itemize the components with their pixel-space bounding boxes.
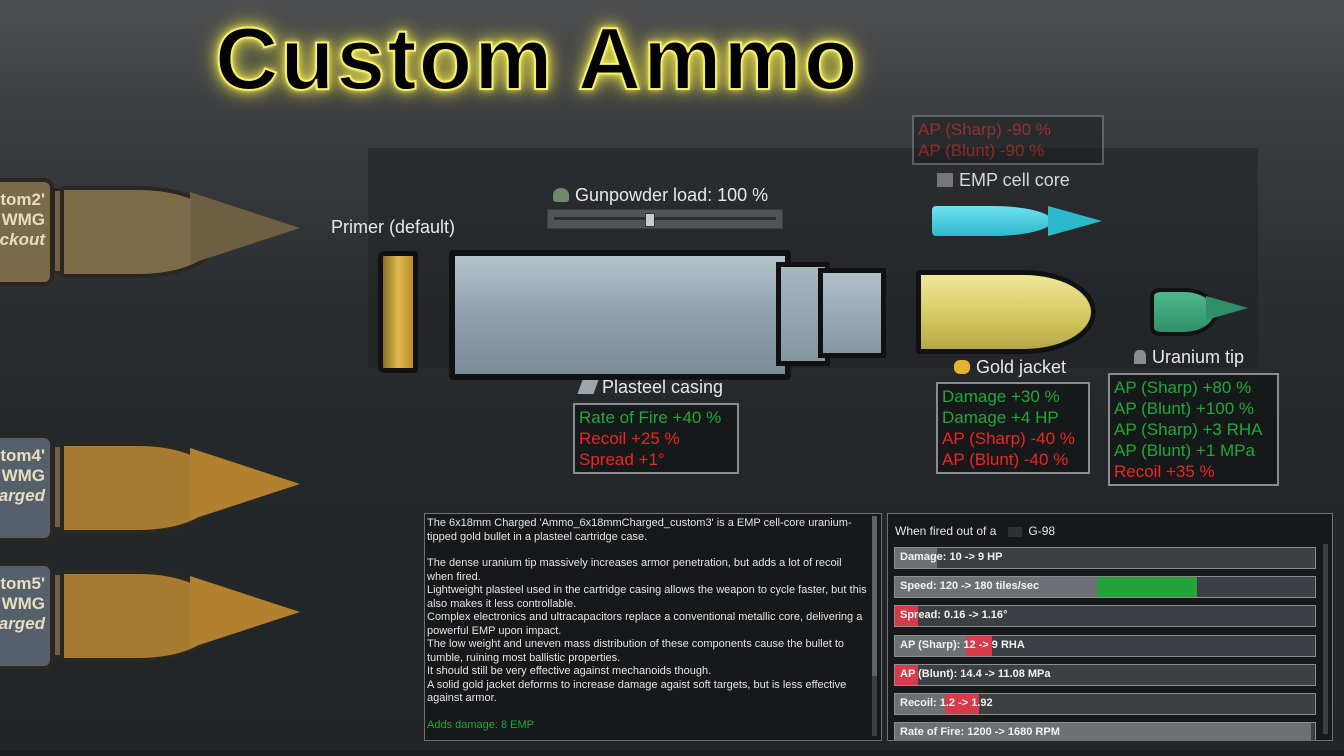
stat-bar: Damage: 10 -> 9 HP [894,547,1316,569]
casing-part[interactable] [449,250,791,380]
gold-jacket-part[interactable] [916,270,1096,354]
plasteel-text: Plasteel casing [602,377,724,397]
description-panel[interactable]: The 6x18mm Charged 'Ammo_6x18mmCharged_c… [424,513,882,741]
ammo-name: tom4' WMG arged [0,446,45,505]
bottom-strip [0,750,1344,756]
stat-line: AP (Blunt) -90 % [918,141,1045,160]
gunpowder-label: Gunpowder load: 100 % [553,185,768,206]
emp-core-text: EMP cell core [959,170,1070,190]
stat-bar-label: Rate of Fire: 1200 -> 1680 RPM [900,726,1060,739]
stat-line: Rate of Fire +40 % [579,408,722,427]
casing-mouth [818,268,886,358]
description-line: Complex electronics and ultracapacitors … [427,611,863,637]
stat-bar: Speed: 120 -> 180 tiles/sec [894,576,1316,599]
fired-header: When fired out of a G-98 [895,524,1055,538]
gold-icon [954,360,970,374]
stat-line: Spread +1° [579,450,665,469]
slider-knob[interactable] [645,213,656,227]
stat-bar-delta [1096,577,1198,598]
description-line: Lightweight plasteel used in the cartrid… [427,584,867,610]
stat-line: AP (Sharp) +80 % [1114,378,1252,397]
emp-icon [937,173,953,187]
fired-scrollbar[interactable] [1323,544,1328,734]
stat-bar: AP (Blunt): 14.4 -> 11.08 MPa [894,663,1316,686]
uranium-icon [1134,350,1146,364]
stat-bar-label: AP (Blunt): 14.4 -> 11.08 MPa [900,667,1051,680]
gunpowder-icon [553,188,569,202]
uranium-tip-text: Uranium tip [1152,347,1245,367]
emp-core-tip [1048,206,1102,236]
description-line [425,544,867,557]
slider-track [554,217,776,220]
bullet-tip [190,192,300,264]
stat-line: AP (Sharp) -40 % [942,429,1075,448]
ammo-name: tom5' WMG arged [0,574,45,633]
stat-bar-label: Spread: 0.16 -> 1.16° [900,609,1008,622]
fired-stats-panel[interactable]: When fired out of a G-98 Damage: 10 -> 9 … [887,513,1333,741]
stat-line: AP (Blunt) +1 MPa [1114,441,1255,460]
stat-bar: AP (Sharp): 12 -> 9 RHA [894,634,1316,657]
stat-line: AP (Sharp) -90 % [918,120,1051,139]
gold-jacket-label[interactable]: Gold jacket [954,357,1066,378]
stat-line: AP (Blunt) +100 % [1114,399,1255,418]
uranium-tip-point [1206,296,1248,320]
weapon-name: G-98 [1028,524,1056,538]
primer-part[interactable] [378,251,418,373]
gold-stats-box: Damage +30 % Damage +4 HP AP (Sharp) -40… [936,382,1090,474]
ammo-list-item[interactable]: tom5' WMG arged [0,562,340,670]
stat-bar-label: Recoil: 1.2 -> 1.92 [900,697,993,709]
stat-line: AP (Sharp) +3 RHA [1114,420,1263,439]
ammo-list-item[interactable]: tom4' WMG arged [0,434,340,542]
description-line: The 6x18mm Charged 'Ammo_6x18mmCharged_c… [427,517,852,543]
stat-bar-label: Speed: 120 -> 180 tiles/sec [900,580,1040,593]
description-line [425,706,867,719]
stat-line: Damage +4 HP [942,408,1059,427]
description-line: The dense uranium tip massively increase… [427,557,842,583]
description-scrollbar[interactable] [872,516,877,736]
plasteel-label[interactable]: Plasteel casing [577,377,724,398]
stat-bar-label: AP (Sharp): 12 -> 9 RHA [900,638,1025,651]
bullet-tip [190,448,300,520]
stat-bar: Rate of Fire: 1200 -> 1680 RPM [894,722,1316,740]
plasteel-icon [577,380,599,394]
description-line: It should still be very effective agains… [427,665,712,677]
gunpowder-text: Gunpowder load: 100 % [575,185,769,205]
gun-icon [1008,526,1023,537]
ammo-list-item[interactable]: tom2' WMG ckout [0,178,340,286]
stat-line: Damage +30 % [942,387,1060,406]
emp-core-part[interactable] [932,206,1052,236]
stat-line: AP (Blunt) -40 % [942,450,1069,469]
description-line: The low weight and uneven mass distribut… [427,638,845,664]
gold-jacket-text: Gold jacket [976,357,1067,377]
description-extra: Adds damage: 8 EMP [427,718,535,731]
uranium-tip-label[interactable]: Uranium tip [1134,347,1244,368]
bullet-tip [190,576,300,648]
stat-line: Recoil +35 % [1114,462,1215,481]
scrollbar-thumb[interactable] [872,516,877,676]
plasteel-stats-box: Rate of Fire +40 % Recoil +25 % Spread +… [573,403,739,474]
emp-stats-box: AP (Sharp) -90 % AP (Blunt) -90 % [912,115,1104,165]
description-line: A solid gold jacket deforms to increase … [427,678,847,705]
primer-label[interactable]: Primer (default) [331,217,455,238]
fired-prefix: When fired out of a [895,524,997,538]
ammo-name: tom2' WMG ckout [0,190,45,249]
stat-bar: Recoil: 1.2 -> 1.92 [894,693,1316,715]
uranium-stats-box: AP (Sharp) +80 % AP (Blunt) +100 % AP (S… [1108,373,1279,486]
stat-bar: Spread: 0.16 -> 1.16° [894,605,1316,628]
gunpowder-slider[interactable] [547,209,783,229]
emp-core-label[interactable]: EMP cell core [937,170,1070,191]
stat-line: Recoil +25 % [579,429,680,448]
page-title: Custom Ammo [214,8,860,109]
stat-bar-label: Damage: 10 -> 9 HP [900,551,1003,563]
